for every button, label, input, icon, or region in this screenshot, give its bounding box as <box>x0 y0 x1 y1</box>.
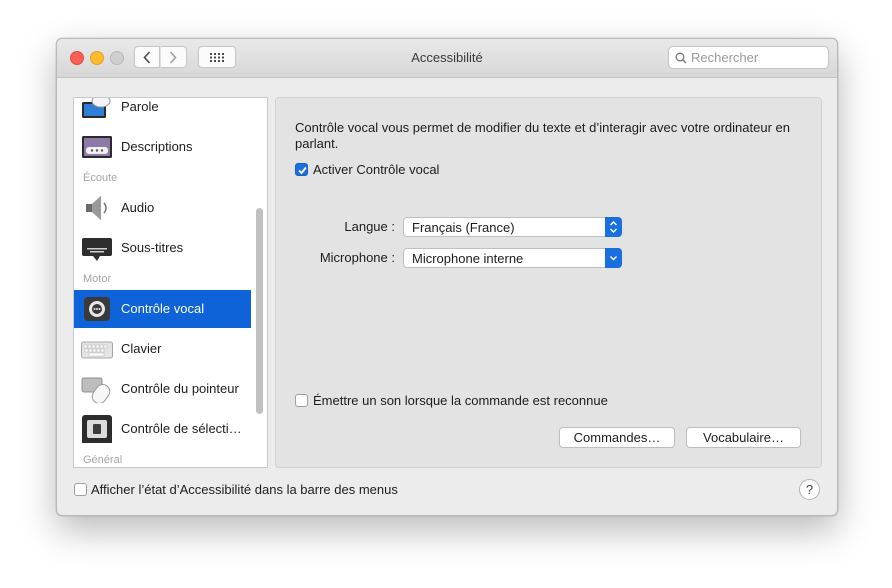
title-bar: Accessibilité <box>57 39 837 78</box>
checkmark-icon <box>298 166 307 175</box>
subtitles-icon <box>81 234 113 262</box>
sidebar-item-controle-pointeur[interactable]: Contrôle du pointeur <box>74 370 251 408</box>
search-input[interactable] <box>691 49 821 66</box>
sidebar-item-label: Clavier <box>121 341 162 356</box>
menu-status-checkbox[interactable] <box>74 483 87 496</box>
chevron-down-icon <box>605 248 622 268</box>
sidebar-item-label: Sous-titres <box>121 240 184 255</box>
microphone-value: Microphone interne <box>412 251 524 266</box>
sidebar-item-controle-vocal[interactable]: Contrôle vocal <box>74 290 251 328</box>
sidebar-item-label: Contrôle de sélecti… <box>121 421 242 436</box>
sidebar-item-clavier[interactable]: Clavier <box>74 330 251 368</box>
enable-voice-control-checkbox[interactable] <box>295 163 308 176</box>
panel-description: Contrôle vocal vous permet de modifier d… <box>295 120 790 151</box>
section-header-ecoute: Écoute <box>83 172 118 184</box>
microphone-popup[interactable]: Microphone interne <box>403 248 622 268</box>
help-button[interactable]: ? <box>799 479 820 500</box>
menu-status-label: Afficher l’état d’Accessibilité dans la … <box>91 482 398 497</box>
category-sidebar[interactable]: Parole Descriptions Écoute Audio Sous-ti… <box>73 97 268 468</box>
magnifier-icon <box>675 52 687 64</box>
keyboard-icon <box>81 335 113 363</box>
sidebar-item-descriptions[interactable]: Descriptions <box>74 128 251 166</box>
section-header-motor: Motor <box>83 273 112 285</box>
pointer-control-icon <box>81 375 113 404</box>
play-sound-label: Émettre un son lorsque la commande est r… <box>313 393 608 408</box>
play-sound-checkbox[interactable] <box>295 394 308 407</box>
sidebar-item-label: Contrôle vocal <box>121 301 205 316</box>
language-value: Français (France) <box>412 220 515 235</box>
vocabulary-button[interactable]: Vocabulaire… <box>686 427 801 448</box>
updown-chevron-icon <box>605 217 622 237</box>
microphone-label: Microphone : <box>319 250 395 265</box>
sidebar-item-label: Contrôle du pointeur <box>121 381 239 396</box>
sidebar-item-audio[interactable]: Audio <box>74 189 251 227</box>
voice-control-panel: Contrôle vocal vous permet de modifier d… <box>275 97 822 468</box>
sidebar-item-parole[interactable]: Parole <box>74 98 251 126</box>
sidebar-scrollbar[interactable] <box>256 208 263 414</box>
sidebar-item-label: Parole <box>121 99 159 114</box>
language-label: Langue : <box>344 219 395 234</box>
voice-control-icon <box>81 295 113 323</box>
enable-voice-control-label: Activer Contrôle vocal <box>313 162 440 177</box>
switch-control-icon <box>81 415 113 445</box>
sidebar-item-label: Audio <box>121 200 155 215</box>
language-popup[interactable]: Français (France) <box>403 217 622 237</box>
sidebar-item-sous-titres[interactable]: Sous-titres <box>74 229 251 267</box>
commands-button[interactable]: Commandes… <box>559 427 675 448</box>
descriptions-icon <box>81 133 113 161</box>
preferences-window: Accessibilité Parole Descriptions Écoute… <box>56 38 838 516</box>
search-field[interactable] <box>668 46 829 69</box>
sidebar-item-controle-selection[interactable]: Contrôle de sélecti… <box>74 410 251 448</box>
display-speech-icon <box>81 98 113 121</box>
sidebar-item-label: Descriptions <box>121 139 193 154</box>
section-header-general: Général <box>83 454 123 466</box>
speaker-icon <box>81 194 113 222</box>
